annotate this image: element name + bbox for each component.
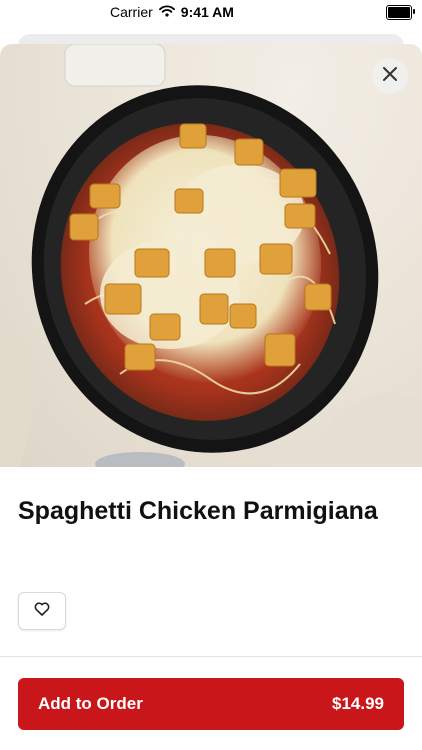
close-icon xyxy=(382,66,398,87)
item-photo xyxy=(0,44,422,467)
heart-icon xyxy=(34,601,50,621)
status-left: Carrier 9:41 AM xyxy=(110,4,234,20)
status-time: 9:41 AM xyxy=(180,4,234,20)
item-title: Spaghetti Chicken Parmigiana xyxy=(18,497,378,525)
favorite-button[interactable] xyxy=(18,592,66,630)
price-label: $14.99 xyxy=(332,694,384,713)
battery-icon xyxy=(386,5,415,20)
add-to-order-label: Add to Order xyxy=(38,694,143,713)
wifi-icon xyxy=(158,4,175,20)
food-photo-illustration xyxy=(0,44,422,467)
add-to-order-button[interactable]: Add to Order $14.99 xyxy=(18,678,404,730)
status-bar: Carrier 9:41 AM xyxy=(0,0,422,26)
divider xyxy=(0,656,422,657)
close-button[interactable] xyxy=(372,58,408,94)
item-detail-sheet: Spaghetti Chicken Parmigiana Add to Orde… xyxy=(0,44,422,750)
carrier-label: Carrier xyxy=(110,4,153,20)
title-block: Spaghetti Chicken Parmigiana xyxy=(18,494,398,528)
